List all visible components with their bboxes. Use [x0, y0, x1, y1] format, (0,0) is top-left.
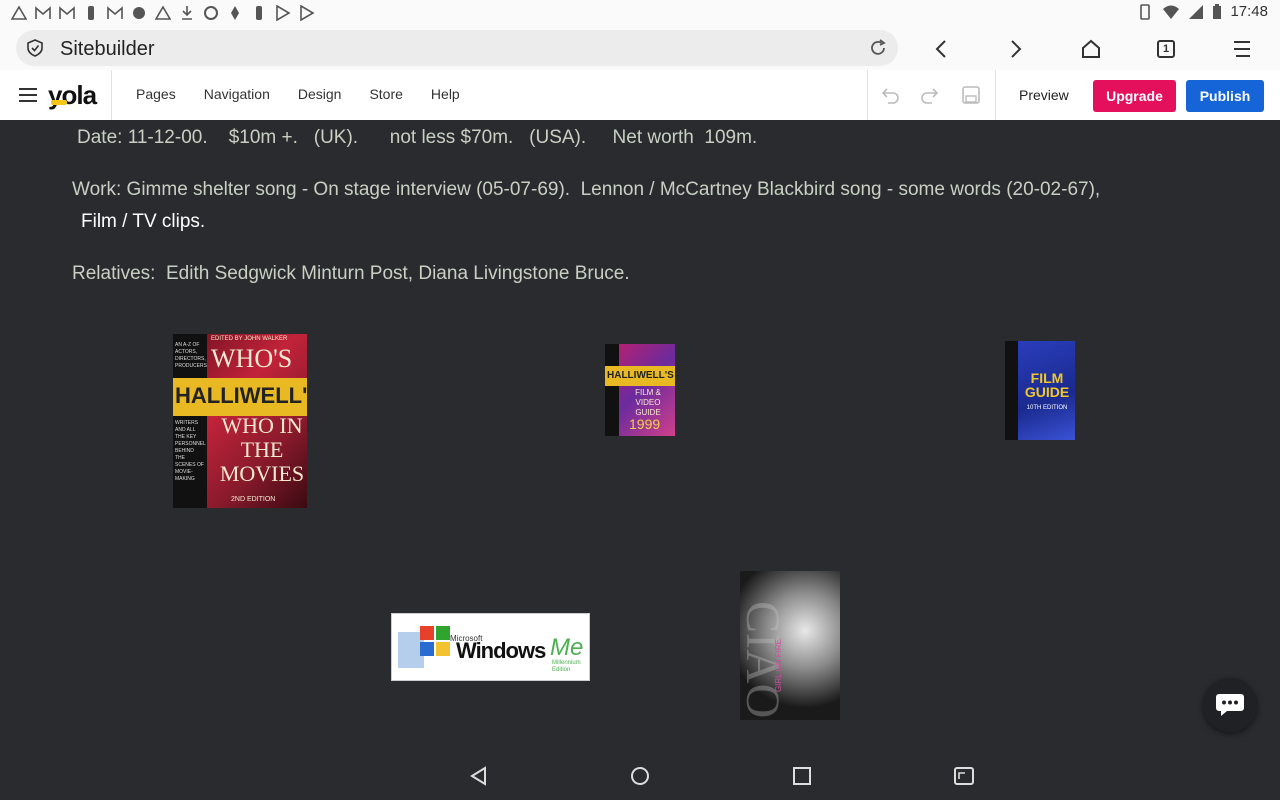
relatives-line[interactable]: Relatives: Edith Sedgwick Minturn Post, …	[72, 263, 630, 285]
browser-menu-button[interactable]	[1230, 37, 1254, 61]
gmail-icon	[34, 4, 52, 22]
download-icon	[178, 4, 196, 22]
cover-edition: 2ND EDITION	[231, 496, 276, 503]
secure-shield-icon	[27, 39, 43, 57]
chat-button[interactable]	[1203, 678, 1257, 732]
cover-title: HALLIWELL'S	[607, 370, 674, 381]
book-cover-whos-who[interactable]: AN A-Z OF ACTORS, DIRECTORS, PRODUCERS W…	[173, 334, 307, 508]
chevron-right-icon	[1011, 40, 1022, 58]
screen-rotate-icon[interactable]	[953, 765, 975, 787]
windows-text: Windows	[456, 638, 546, 663]
cover-year: 1999	[629, 416, 661, 432]
cover-title: WHO IN THE MOVIES	[219, 413, 305, 486]
book-cover-film-video-guide[interactable]: HALLIWELL'S FILM & VIDEO GUIDE 1999	[605, 344, 675, 436]
logo-text: yola	[48, 80, 97, 110]
back-triangle-icon[interactable]	[468, 765, 490, 787]
logo-accent	[51, 100, 67, 105]
cover-subtitle: FILM & VIDEO GUIDE	[635, 388, 661, 417]
publish-button[interactable]: Publish	[1186, 80, 1264, 112]
upgrade-button[interactable]: Upgrade	[1093, 80, 1176, 112]
millennium-text: Millennium Edition	[552, 660, 581, 673]
menu-pages[interactable]: Pages	[136, 86, 176, 102]
drive-icon	[154, 4, 172, 22]
divider	[995, 70, 996, 120]
cover-side-text: AN A-Z OF ACTORS, DIRECTORS, PRODUCERS	[175, 342, 207, 369]
cover-spine	[605, 344, 619, 436]
editor-menu: Pages Navigation Design Store Help	[136, 86, 460, 102]
menu-store[interactable]: Store	[369, 86, 402, 102]
menu-design[interactable]: Design	[298, 86, 342, 102]
cover-side-text: WRITERS AND ALL THE KEY PERSONNEL BEHIND…	[175, 420, 206, 482]
tab-count: 1	[1162, 43, 1170, 55]
notification-icons	[10, 4, 316, 22]
battery-icon	[1213, 3, 1222, 19]
menu-icon	[1234, 41, 1250, 57]
yola-logo[interactable]: yola	[48, 80, 97, 111]
cover-title: FILM GUIDE	[1024, 370, 1070, 400]
aperture-icon	[202, 4, 220, 22]
cover-title: HALLIWELL'S	[175, 383, 307, 408]
redo-icon[interactable]	[920, 85, 940, 105]
windows-flag-icon	[398, 626, 450, 668]
recents-square-icon[interactable]	[791, 765, 813, 787]
forward-button[interactable]	[1004, 37, 1028, 61]
location-icon	[226, 4, 244, 22]
preview-button[interactable]: Preview	[1019, 87, 1069, 103]
divider	[867, 70, 868, 120]
cover-edition: 10TH EDITION	[1026, 405, 1068, 411]
chat-bubble-icon	[1216, 694, 1244, 716]
drive-icon	[10, 4, 28, 22]
status-bar: 17:48	[0, 0, 1280, 26]
book-cover-film-guide[interactable]: FILM GUIDE 10TH EDITION	[1005, 341, 1075, 440]
hamburger-menu-icon[interactable]	[18, 86, 38, 104]
work-line[interactable]: Work: Gimme shelter song - On stage inte…	[72, 179, 1100, 201]
android-icon	[130, 4, 148, 22]
cover-title: WHO'S	[211, 344, 293, 373]
reload-icon[interactable]	[868, 38, 888, 58]
url-bar[interactable]: Sitebuilder	[16, 30, 898, 66]
usb-icon	[250, 4, 268, 22]
url-title: Sitebuilder	[60, 38, 155, 60]
menu-navigation[interactable]: Navigation	[204, 86, 270, 102]
undo-icon[interactable]	[880, 85, 900, 105]
editor-toolbar: yola Pages Navigation Design Store Help …	[0, 70, 1280, 121]
divider	[111, 70, 112, 120]
save-icon[interactable]	[961, 85, 981, 105]
cover-spine	[1005, 341, 1018, 440]
home-icon	[1082, 39, 1100, 58]
chevron-left-icon	[935, 40, 946, 58]
cover-editor: EDITED BY JOHN WALKER	[211, 336, 288, 342]
date-line[interactable]: Date: 11-12-00. $10m +. (UK). not less $…	[77, 127, 757, 149]
menu-help[interactable]: Help	[431, 86, 460, 102]
wifi-icon	[1163, 5, 1180, 19]
ciao-poster-image[interactable]: CIAO GIRL ON FIRE	[740, 571, 840, 720]
tabs-button[interactable]: 1	[1154, 37, 1178, 61]
home-circle-icon[interactable]	[629, 765, 651, 787]
usb-icon	[82, 4, 100, 22]
windows-me-logo-image[interactable]: Microsoft Windows Me Millennium Edition	[391, 613, 590, 681]
play-store-icon	[298, 4, 316, 22]
poster-text: GIRL ON FIRE	[774, 639, 783, 693]
back-button[interactable]	[929, 37, 953, 61]
play-store-icon	[274, 4, 292, 22]
gmail-icon	[58, 4, 76, 22]
gmail-icon	[106, 4, 124, 22]
system-status: 17:48	[1136, 3, 1268, 20]
vibrate-icon	[1140, 3, 1151, 20]
site-canvas: Date: 11-12-00. $10m +. (UK). not less $…	[0, 120, 1280, 752]
signal-icon	[1189, 4, 1204, 19]
work-line-clips[interactable]: Film / TV clips.	[81, 211, 205, 233]
me-text: Me	[550, 634, 584, 661]
system-nav-bar	[0, 752, 1280, 800]
home-button[interactable]	[1079, 37, 1103, 61]
clock: 17:48	[1230, 3, 1268, 20]
